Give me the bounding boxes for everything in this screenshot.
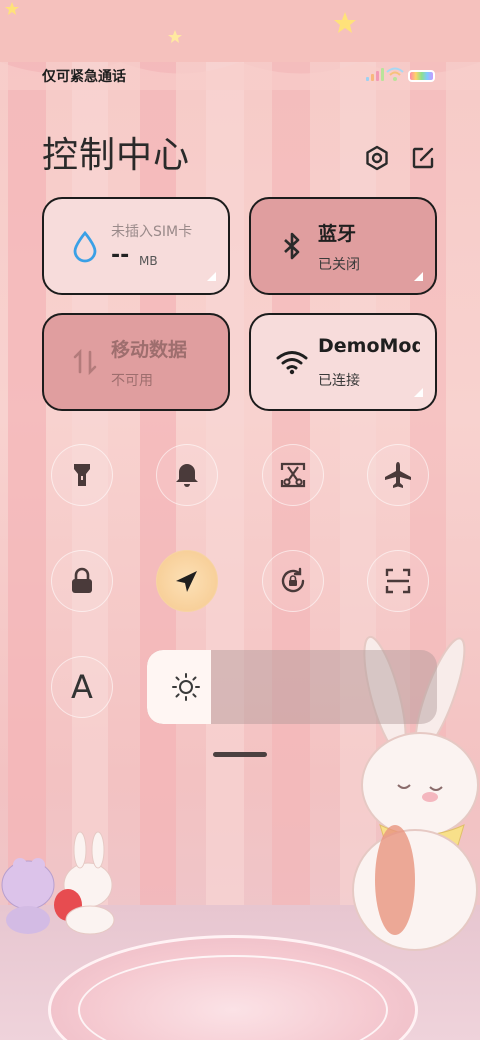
rotate-lock-icon (281, 567, 305, 593)
sim-status-label: 未插入SIM卡 (111, 224, 193, 240)
rotation-lock-toggle[interactable] (262, 550, 324, 612)
wifi-status-icon (386, 67, 404, 81)
bluetooth-icon (284, 232, 300, 260)
airplane-toggle[interactable] (367, 444, 429, 506)
font-a-icon: A (71, 668, 93, 706)
wifi-status: 已连接 (318, 373, 360, 389)
data-usage-value: -- (111, 243, 130, 268)
scanner-toggle[interactable] (367, 550, 429, 612)
mobile-data-status: 不可用 (111, 373, 153, 389)
water-drop-icon (73, 230, 97, 263)
signal-icon (366, 68, 384, 81)
lock-toggle[interactable] (51, 550, 113, 612)
scan-icon (385, 568, 411, 594)
tile-expand-corner (414, 388, 423, 397)
scissors-icon (280, 462, 306, 488)
wifi-network-name: DemoMode (318, 335, 420, 357)
bluetooth-tile[interactable]: 蓝牙 已关闭 (249, 197, 437, 295)
status-bar-text: 仅可紧急通话 (42, 69, 126, 85)
ring-toggle[interactable] (156, 444, 218, 506)
battery-icon (408, 70, 435, 82)
mobile-data-tile[interactable]: 移动数据 不可用 (42, 313, 230, 411)
screenshot-toggle[interactable] (262, 444, 324, 506)
tile-expand-corner (414, 272, 423, 281)
flashlight-icon (74, 464, 90, 486)
wifi-icon (276, 351, 308, 375)
edit-icon[interactable] (408, 143, 438, 173)
wifi-tile[interactable]: DemoMode 已连接 (249, 313, 437, 411)
bluetooth-status: 已关闭 (318, 257, 360, 273)
lock-icon (72, 567, 92, 593)
sun-icon (172, 673, 200, 701)
data-usage-unit: MB (139, 254, 158, 268)
font-size-toggle[interactable]: A (51, 656, 113, 718)
location-arrow-icon (176, 571, 197, 592)
data-arrows-icon (73, 348, 97, 376)
bell-icon (176, 464, 198, 487)
brightness-slider[interactable] (147, 650, 437, 724)
page-title: 控制中心 (42, 135, 191, 176)
airplane-icon (385, 462, 411, 488)
panel-drag-handle[interactable] (213, 752, 267, 757)
data-usage-tile[interactable]: 未插入SIM卡 -- MB (42, 197, 230, 295)
tile-expand-corner (207, 272, 216, 281)
flashlight-toggle[interactable] (51, 444, 113, 506)
bluetooth-label: 蓝牙 (318, 223, 357, 245)
gear-icon[interactable] (362, 143, 392, 173)
location-toggle[interactable] (156, 550, 218, 612)
mobile-data-label: 移动数据 (111, 339, 188, 361)
